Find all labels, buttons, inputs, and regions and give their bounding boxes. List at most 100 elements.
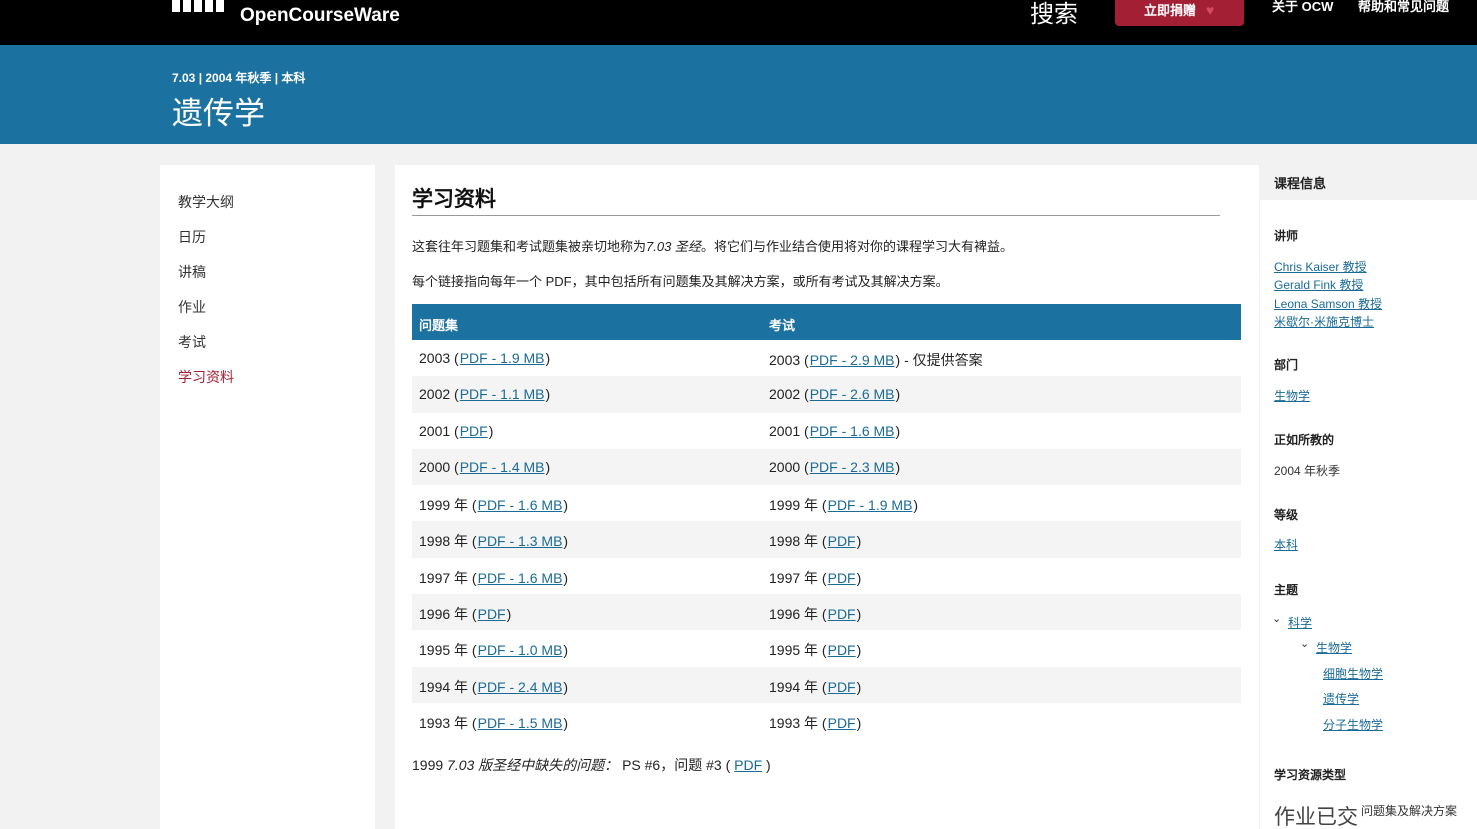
problem-set-cell: 1995 年 (PDF - 1.0 MB) (419, 640, 568, 660)
table-row: 2000 (PDF - 1.4 MB) 2000 (PDF - 2.3 MB) (412, 448, 1241, 486)
paren: ( (818, 678, 827, 695)
exam-pdf-link[interactable]: PDF - 2.3 MB (810, 459, 895, 475)
exam-note: - 仅提供答案 (900, 352, 983, 368)
paren: ) (563, 569, 569, 586)
brand-name[interactable]: OpenCourseWare (240, 5, 400, 27)
paren: ) (856, 714, 862, 731)
table-row: 1995 年 (PDF - 1.0 MB) 1995 年 (PDF) (412, 630, 1241, 666)
search-link[interactable]: 搜索 (1030, 0, 1078, 29)
paren: ( (468, 533, 477, 550)
paren: ) (856, 678, 862, 695)
paren: ) (563, 642, 569, 659)
exam-pdf-link[interactable]: PDF (828, 606, 856, 622)
problem-set-pdf-link[interactable]: PDF - 1.4 MB (460, 459, 545, 475)
paren: ( (818, 642, 827, 659)
paren: ( (468, 606, 477, 623)
topics-heading: 主题 (1274, 583, 1299, 597)
instructor-link[interactable]: Chris Kaiser 教授 (1274, 258, 1367, 275)
left-nav: 教学大纲 日历 讲稿 作业 考试 学习资料 (160, 165, 375, 829)
exam-pdf-link[interactable]: PDF (828, 570, 856, 586)
footnote-pdf-link[interactable]: PDF (734, 757, 762, 773)
problem-set-pdf-link[interactable]: PDF - 1.5 MB (478, 715, 563, 731)
problem-set-pdf-link[interactable]: PDF - 1.6 MB (478, 570, 563, 586)
topic-link[interactable]: 遗传学 (1323, 690, 1359, 707)
donate-button[interactable]: 立即捐赠 ♥ (1115, 0, 1244, 26)
mit-logo[interactable] (172, 0, 224, 20)
problem-set-pdf-link[interactable]: PDF - 2.4 MB (478, 679, 563, 695)
course-info-panel: 课程信息 讲师 Chris Kaiser 教授 Gerald Fink 教授 L… (1260, 165, 1477, 829)
footnote: 1999 7.03 版圣经中缺失的问题： PS #6，问题 #3 ( PDF ) (412, 757, 771, 773)
instructor-link[interactable]: Gerald Fink 教授 (1274, 276, 1363, 293)
topic-link[interactable]: 分子生物学 (1323, 716, 1383, 733)
problem-set-pdf-link[interactable]: PDF - 1.3 MB (478, 533, 563, 549)
instructor-link[interactable]: Leona Samson 教授 (1274, 295, 1382, 312)
paren: ) (563, 497, 569, 514)
paren: ) (563, 714, 569, 731)
department-link[interactable]: 生物学 (1274, 387, 1310, 404)
level-link[interactable]: 本科 (1274, 536, 1298, 553)
exam-cell: 1999 年 (PDF - 1.9 MB) (769, 495, 918, 515)
help-link[interactable]: 帮助和常见问题 (1358, 0, 1449, 15)
paren: ) (856, 569, 862, 586)
exam-cell: 2003 (PDF - 2.9 MB) - 仅提供答案 (769, 350, 983, 370)
exam-pdf-link[interactable]: PDF - 1.9 MB (828, 497, 913, 513)
paren: ( (468, 678, 477, 695)
paren: ) (856, 606, 862, 623)
chevron-down-icon[interactable]: ⌄ (1272, 612, 1281, 625)
nav-item-exams[interactable]: 考试 (178, 332, 206, 352)
paren: ) (895, 386, 901, 403)
problem-set-year: 2002 (419, 386, 451, 403)
table-row: 1998 年 (PDF - 1.3 MB) 1998 年 (PDF) (412, 521, 1241, 558)
problem-set-pdf-link[interactable]: PDF - 1.9 MB (460, 350, 545, 366)
problem-set-pdf-link[interactable]: PDF - 1.6 MB (478, 497, 563, 513)
course-info-title: 课程信息 (1260, 165, 1477, 200)
nav-item-lectures[interactable]: 讲稿 (178, 262, 206, 282)
exam-pdf-link[interactable]: PDF - 1.6 MB (810, 423, 895, 439)
about-link[interactable]: 关于 OCW (1272, 0, 1333, 15)
exam-cell: 1997 年 (PDF) (769, 568, 861, 588)
exam-pdf-link[interactable]: PDF (828, 715, 856, 731)
problem-set-year: 1999 年 (419, 497, 469, 514)
problem-set-cell: 2002 (PDF - 1.1 MB) (419, 386, 550, 402)
table-row: 1993 年 (PDF - 1.5 MB) 1993 年 (PDF) (412, 703, 1241, 739)
problem-set-pdf-link[interactable]: PDF (478, 606, 506, 622)
exam-pdf-link[interactable]: PDF - 2.6 MB (810, 386, 895, 402)
intro-paragraph: 这套往年习题集和考试题集被亲切地称为7.03 圣经。将它们与作业结合使用将对你的… (412, 239, 1013, 254)
table-row: 2001 (PDF) 2001 (PDF - 1.6 MB) (412, 413, 1241, 449)
nav-item-study-materials[interactable]: 学习资料 (178, 367, 234, 387)
level-heading: 等级 (1274, 508, 1299, 522)
nav-item-calendar[interactable]: 日历 (178, 227, 206, 247)
paren: ( (818, 714, 827, 731)
exam-pdf-link[interactable]: PDF (828, 642, 856, 658)
problem-set-year: 1998 年 (419, 533, 469, 550)
problem-set-cell: 2000 (PDF - 1.4 MB) (419, 459, 550, 475)
resource-type-heading: 学习资源类型 (1274, 768, 1347, 782)
nav-item-syllabus[interactable]: 教学大纲 (178, 192, 234, 212)
topic-link[interactable]: 细胞生物学 (1323, 665, 1383, 682)
exam-year: 2001 (769, 422, 801, 439)
paren: ( (800, 422, 809, 439)
exam-year: 1999 年 (769, 497, 819, 514)
table-body: 2003 (PDF - 1.9 MB) 2003 (PDF - 2.9 MB) -… (412, 340, 1241, 739)
paren: ( (450, 458, 459, 475)
nav-item-assignments[interactable]: 作业 (178, 297, 206, 317)
problem-set-cell: 1996 年 (PDF) (419, 604, 511, 624)
paren: ) (506, 606, 512, 623)
exam-pdf-link[interactable]: PDF (828, 533, 856, 549)
exam-pdf-link[interactable]: PDF - 2.9 MB (810, 352, 895, 368)
header-problem-sets: 问题集 (419, 318, 459, 333)
paren: ( (800, 386, 809, 403)
topic-link[interactable]: 科学 (1288, 614, 1312, 631)
department-heading: 部门 (1274, 358, 1299, 372)
problem-set-pdf-link[interactable]: PDF - 1.0 MB (478, 642, 563, 658)
problem-set-cell: 1999 年 (PDF - 1.6 MB) (419, 495, 568, 515)
instructor-link[interactable]: 米歇尔·米施克博士 (1274, 313, 1374, 330)
topic-link[interactable]: 生物学 (1316, 639, 1352, 656)
problem-set-pdf-link[interactable]: PDF - 1.1 MB (460, 386, 545, 402)
problem-set-pdf-link[interactable]: PDF (460, 423, 488, 439)
donate-label: 立即捐赠 (1144, 3, 1197, 18)
chevron-down-icon[interactable]: ⌄ (1300, 637, 1309, 650)
exam-pdf-link[interactable]: PDF (828, 679, 856, 695)
exam-year: 2002 (769, 386, 801, 403)
problem-set-year: 1997 年 (419, 569, 469, 586)
